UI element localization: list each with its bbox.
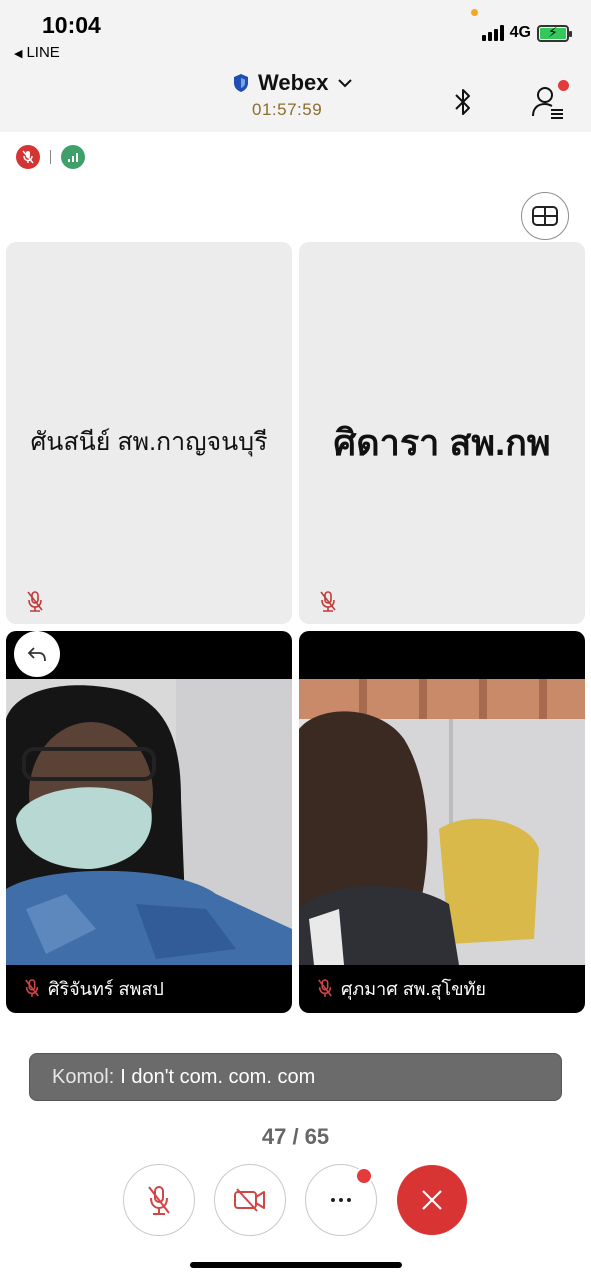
webex-meeting-screen: 10:04 ◀ LINE 4G ⚡ Webex 01:57:59 ศันสนีย… <box>0 0 591 1280</box>
participant-video-tile[interactable]: ศิริจันทร์ สพสป <box>6 631 292 1013</box>
participant-tile[interactable]: ศิดารา สพ.กพ <box>299 242 585 624</box>
call-indicators <box>16 145 85 169</box>
layout-toggle-button[interactable] <box>521 192 569 240</box>
shield-icon <box>234 74 248 92</box>
mic-in-use-indicator <box>471 9 478 16</box>
mic-off-icon <box>148 1186 170 1215</box>
back-app-label: LINE <box>26 44 60 61</box>
status-bar: 10:04 ◀ LINE 4G ⚡ <box>0 0 591 70</box>
network-type: 4G <box>509 24 531 41</box>
participant-name: ศุภมาศ สพ.สุโขทัย <box>341 978 486 999</box>
back-arrow-icon: ◀ <box>14 48 23 60</box>
participant-video-tile[interactable]: ศุภมาศ สพ.สุโขทัย <box>299 631 585 1013</box>
mic-muted-icon <box>27 591 43 612</box>
network-quality-icon[interactable] <box>61 145 85 169</box>
more-notification-badge <box>355 1167 373 1185</box>
mute-button[interactable] <box>123 1164 195 1236</box>
meeting-title: Webex <box>258 70 329 95</box>
meeting-header: Webex 01:57:59 <box>0 70 591 132</box>
indicator-divider <box>50 150 51 164</box>
mic-muted-icon <box>16 145 40 169</box>
more-icon <box>331 1198 351 1202</box>
participants-badge <box>558 80 569 91</box>
mic-muted-icon <box>25 979 39 997</box>
home-indicator[interactable] <box>190 1262 402 1268</box>
meeting-title-button[interactable]: Webex <box>232 70 353 96</box>
status-right: 4G ⚡ <box>481 24 572 42</box>
video-button[interactable] <box>214 1164 286 1236</box>
close-icon <box>422 1190 442 1210</box>
mic-muted-icon <box>320 591 336 612</box>
participant-name: ศิดารา สพ.กพ <box>333 422 551 463</box>
back-to-app-link[interactable]: ◀ LINE <box>14 44 60 61</box>
chat-sender: Komol: <box>52 1065 115 1088</box>
bluetooth-icon[interactable] <box>450 86 476 118</box>
battery-icon: ⚡ <box>537 24 572 42</box>
chevron-down-icon <box>337 79 352 88</box>
participant-name: ศันสนีย์ สพ.กาญจนบุรี <box>30 428 268 456</box>
reply-arrow-icon <box>27 647 46 662</box>
participant-video <box>299 679 585 965</box>
participant-name-tag: ศิริจันทร์ สพสป <box>14 971 174 1005</box>
video-off-icon <box>234 1188 265 1212</box>
participant-tile[interactable]: ศันสนีย์ สพ.กาญจนบุรี <box>6 242 292 624</box>
signal-icon <box>481 25 504 41</box>
participant-video <box>6 679 292 965</box>
meeting-timer: 01:57:59 <box>252 100 323 119</box>
page-counter: 47 / 65 <box>261 1124 330 1149</box>
chat-message-toast[interactable]: Komol: I don't com. com. com <box>29 1053 562 1101</box>
participant-name: ศิริจันทร์ สพสป <box>48 978 164 999</box>
reply-button[interactable] <box>14 631 60 677</box>
chat-message: I don't com. com. com <box>120 1065 316 1088</box>
leave-button[interactable] <box>397 1165 467 1235</box>
mic-muted-icon <box>318 979 332 997</box>
status-time: 10:04 <box>42 12 101 38</box>
participant-name-tag: ศุภมาศ สพ.สุโขทัย <box>307 971 496 1005</box>
grid-layout-icon <box>532 206 558 226</box>
